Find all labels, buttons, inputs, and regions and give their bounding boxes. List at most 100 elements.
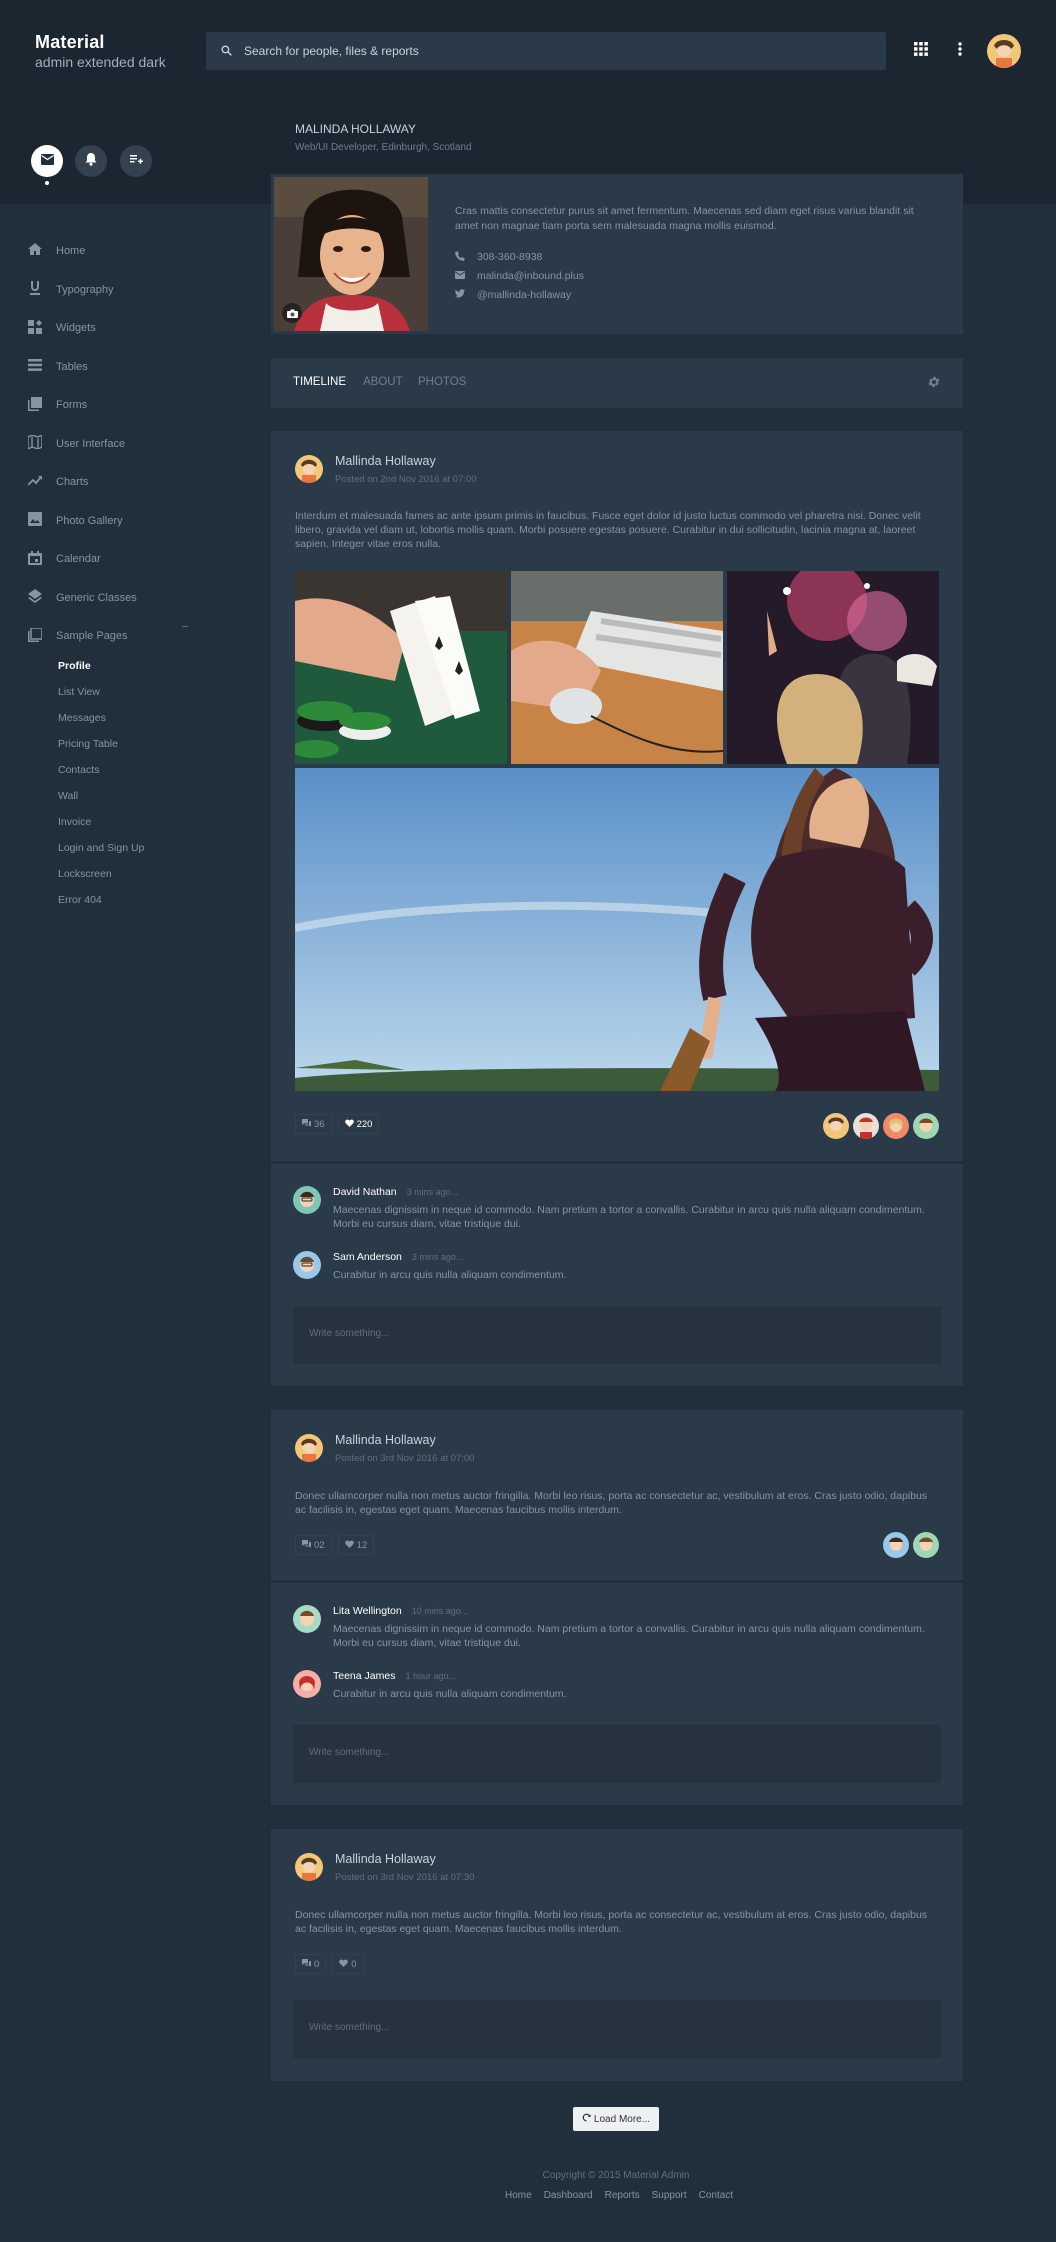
subnav-item-pricing-table[interactable]: Pricing Table xyxy=(58,731,144,757)
subnav-item-lockscreen[interactable]: Lockscreen xyxy=(58,861,144,887)
commenter-avatar[interactable] xyxy=(293,1186,321,1214)
subnav-item-list-view[interactable]: List View xyxy=(58,679,144,705)
load-more-label: Load More... xyxy=(593,2113,651,2125)
author-avatar[interactable] xyxy=(295,455,323,483)
playlist-add-button[interactable] xyxy=(120,145,152,177)
email-quick-button[interactable] xyxy=(31,145,63,177)
subnav-item-login-and-sign-up[interactable]: Login and Sign Up xyxy=(58,835,144,861)
sidebar-item-home[interactable]: Home xyxy=(28,232,198,271)
post-date: Posted on 3rd Nov 2016 at 07:00 xyxy=(335,1453,475,1464)
sidebar-item-tables[interactable]: Tables xyxy=(28,348,198,387)
footer-link-contact[interactable]: Contact xyxy=(699,2190,733,2201)
profile-tabs: TIMELINE ABOUT PHOTOS xyxy=(271,358,963,408)
liker-avatar[interactable] xyxy=(883,1113,909,1139)
likes-count-button[interactable]: 0 xyxy=(332,1954,364,1974)
subnav-item-wall[interactable]: Wall xyxy=(58,783,144,809)
widgets-icon xyxy=(28,319,56,337)
heart-icon xyxy=(344,1119,354,1130)
post-stats: 36 220 xyxy=(295,1114,380,1134)
gear-icon[interactable] xyxy=(927,375,941,392)
subnav-item-error-404[interactable]: Error 404 xyxy=(58,887,144,913)
sidebar-item-photo-gallery[interactable]: Photo Gallery xyxy=(28,502,198,541)
author-avatar[interactable] xyxy=(295,1434,323,1462)
map-icon xyxy=(27,434,56,452)
footer-link-home[interactable]: Home xyxy=(505,2190,532,2201)
post-author[interactable]: Mallinda Hollaway xyxy=(335,454,436,468)
contact-twitter: @mallinda-hollaway xyxy=(455,288,571,302)
likes-count-button[interactable]: 12 xyxy=(337,1535,375,1555)
commenter-avatar[interactable] xyxy=(293,1605,321,1633)
refresh-icon xyxy=(582,2113,591,2125)
sidebar-item-forms[interactable]: Forms xyxy=(28,386,198,425)
post-text: Donec ullamcorper nulla non metus auctor… xyxy=(295,1909,928,1935)
brand-logo[interactable]: Material admin extended dark xyxy=(35,32,166,70)
user-avatar[interactable] xyxy=(987,34,1021,68)
email-icon xyxy=(455,270,477,282)
photo-guitar-girl[interactable] xyxy=(295,768,939,1091)
notifications-button[interactable] xyxy=(75,145,107,177)
write-comment-input[interactable]: Write something... xyxy=(293,2000,941,2058)
sidebar-item-sample-pages[interactable]: Sample Pages xyxy=(28,617,198,656)
liker-avatar[interactable] xyxy=(823,1113,849,1139)
commenter-name[interactable]: David Nathan 3 mins ago... xyxy=(333,1186,458,1198)
commenter-name[interactable]: Lita Wellington 10 mins ago... xyxy=(333,1605,468,1617)
write-comment-input[interactable]: Write something... xyxy=(293,1725,941,1783)
photo-cards[interactable] xyxy=(295,571,507,764)
footer-link-reports[interactable]: Reports xyxy=(605,2190,640,2201)
liker-avatar[interactable] xyxy=(883,1532,909,1558)
tab-about[interactable]: ABOUT xyxy=(363,376,403,388)
comment-text: Maecenas dignissim in neque id commodo. … xyxy=(333,1623,925,1649)
comment-text: Curabitur in arcu quis nulla aliquam con… xyxy=(333,1269,567,1281)
write-placeholder: Write something... xyxy=(309,1328,390,1339)
commenter-name[interactable]: Teena James 1 hour ago... xyxy=(333,1670,456,1682)
load-more-button[interactable]: Load More... xyxy=(573,2107,659,2131)
email-value[interactable]: malinda@inbound.plus xyxy=(477,270,584,282)
commenter-avatar[interactable] xyxy=(293,1251,321,1279)
liker-avatar[interactable] xyxy=(913,1113,939,1139)
likes-count-button[interactable]: 220 xyxy=(337,1114,380,1134)
sidebar-item-label: Photo Gallery xyxy=(56,514,123,527)
liker-avatar[interactable] xyxy=(853,1113,879,1139)
sidebar-item-calendar[interactable]: Calendar xyxy=(28,540,198,579)
tab-photos[interactable]: PHOTOS xyxy=(418,376,466,388)
comment-time: 3 mins ago... xyxy=(406,1187,459,1197)
author-avatar[interactable] xyxy=(295,1853,323,1881)
comments-count-button[interactable]: 36 xyxy=(295,1114,332,1134)
post-author[interactable]: Mallinda Hollaway xyxy=(335,1433,436,1447)
email-icon xyxy=(40,154,54,168)
footer-link-dashboard[interactable]: Dashboard xyxy=(544,2190,593,2201)
tab-timeline[interactable]: TIMELINE xyxy=(293,376,346,388)
more-vert-icon[interactable] xyxy=(958,42,962,59)
footer-link-support[interactable]: Support xyxy=(652,2190,687,2201)
subnav-item-profile[interactable]: Profile xyxy=(58,653,144,679)
sidebar-item-typography[interactable]: Typography xyxy=(28,271,198,310)
top-header: Material admin extended dark Search for … xyxy=(0,0,1056,102)
sidebar-item-label: Typography xyxy=(56,283,114,296)
write-comment-input[interactable]: Write something... xyxy=(293,1306,941,1364)
sidebar-item-generic-classes[interactable]: Generic Classes xyxy=(28,579,198,618)
subnav-item-messages[interactable]: Messages xyxy=(58,705,144,731)
sidebar-item-widgets[interactable]: Widgets xyxy=(28,309,198,348)
likes-count: 220 xyxy=(356,1118,373,1130)
comments-count-button[interactable]: 0 xyxy=(295,1954,327,1974)
twitter-value[interactable]: @mallinda-hollaway xyxy=(477,289,571,301)
sidebar-item-user-interface[interactable]: User Interface xyxy=(27,425,198,464)
subnav-item-invoice[interactable]: Invoice xyxy=(58,809,144,835)
comment-text: Curabitur in arcu quis nulla aliquam con… xyxy=(333,1688,567,1700)
liker-avatar[interactable] xyxy=(913,1532,939,1558)
twitter-icon xyxy=(455,289,477,301)
commenter-avatar[interactable] xyxy=(293,1670,321,1698)
search-input[interactable]: Search for people, files & reports xyxy=(206,32,886,70)
post-author[interactable]: Mallinda Hollaway xyxy=(335,1852,436,1866)
apps-icon[interactable] xyxy=(914,42,928,59)
post-date: Posted on 2nd Nov 2016 at 07:00 xyxy=(335,474,477,485)
subnav-item-contacts[interactable]: Contacts xyxy=(58,757,144,783)
commenter-name[interactable]: Sam Anderson 3 mins ago... xyxy=(333,1251,463,1263)
camera-icon[interactable] xyxy=(282,303,302,323)
comments-count-button[interactable]: 02 xyxy=(295,1535,332,1555)
pages-icon xyxy=(28,627,56,645)
collapse-icon[interactable] xyxy=(182,626,188,627)
sidebar-item-charts[interactable]: Charts xyxy=(27,463,198,502)
photo-concert[interactable] xyxy=(727,571,939,764)
photo-mouse[interactable] xyxy=(511,571,723,764)
